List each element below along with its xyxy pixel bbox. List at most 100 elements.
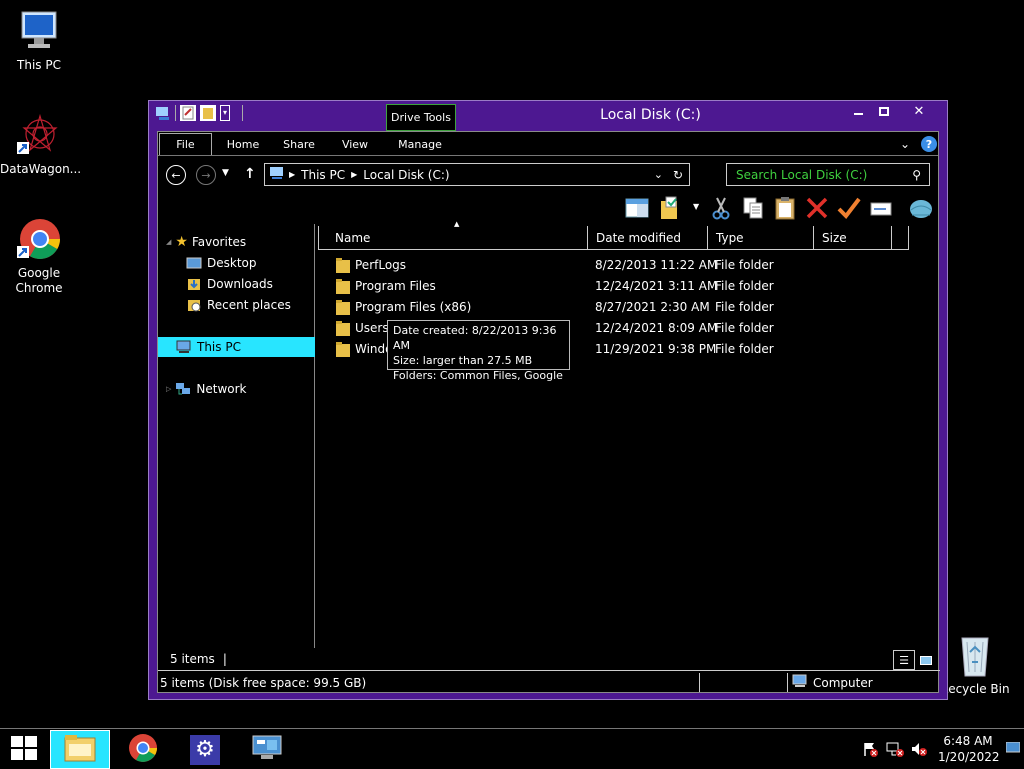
search-icon[interactable]: ⚲ bbox=[912, 168, 921, 182]
up-arrow-icon: ↑ bbox=[244, 166, 256, 182]
taskbar-server-manager[interactable] bbox=[237, 730, 297, 769]
nav-label: Recent places bbox=[207, 298, 291, 312]
file-type: File folder bbox=[715, 321, 774, 335]
computer-icon bbox=[792, 674, 808, 691]
downloads-icon bbox=[186, 277, 202, 291]
chevron-right-icon: ▶ bbox=[351, 170, 358, 179]
nav-downloads[interactable]: Downloads bbox=[186, 274, 273, 294]
computer-icon bbox=[16, 8, 62, 54]
nav-desktop[interactable]: Desktop bbox=[186, 253, 257, 273]
back-button[interactable]: ← bbox=[166, 165, 186, 185]
nav-this-pc[interactable]: This PC bbox=[158, 337, 315, 357]
title-bar[interactable]: ▾ Drive Tools Local Disk (C:) ✕ bbox=[149, 101, 947, 131]
column-header-date-modified[interactable]: Date modified bbox=[588, 226, 708, 250]
tab-file[interactable]: File bbox=[159, 133, 212, 155]
tab-manage[interactable]: Manage bbox=[390, 133, 450, 155]
status-computer: Computer bbox=[788, 673, 938, 692]
recycle-bin-icon bbox=[952, 632, 998, 678]
move-to-icon[interactable] bbox=[658, 195, 684, 221]
recent-places-icon bbox=[186, 298, 202, 312]
address-dropdown-icon[interactable]: ⌄ bbox=[654, 168, 663, 181]
details-view-button[interactable]: ☰ bbox=[893, 650, 915, 670]
file-row[interactable]: PerfLogs 8/22/2013 11:22 AM File folder bbox=[318, 255, 918, 276]
start-button[interactable] bbox=[0, 730, 48, 769]
nav-label: Downloads bbox=[207, 277, 273, 291]
globe-icon[interactable] bbox=[908, 195, 934, 221]
network-icon bbox=[175, 382, 191, 396]
large-icons-view-button[interactable] bbox=[918, 652, 934, 668]
search-placeholder: Search Local Disk (C:) bbox=[736, 167, 868, 182]
forward-button[interactable]: → bbox=[196, 165, 216, 185]
desktop-icon-datawagon[interactable]: DataWagon... bbox=[0, 112, 81, 177]
file-row[interactable]: Program Files (x86) 8/27/2021 2:30 AM Fi… bbox=[318, 297, 918, 318]
nav-recent-places[interactable]: Recent places bbox=[186, 295, 291, 315]
column-header-separator bbox=[891, 226, 892, 250]
taskbar-chrome[interactable] bbox=[113, 730, 173, 769]
up-button[interactable]: ↑ bbox=[244, 166, 256, 182]
expand-arrow-icon[interactable]: ◢ bbox=[166, 238, 171, 246]
tray-clock[interactable]: 6:48 AM 1/20/2022 bbox=[938, 733, 1000, 765]
back-arrow-icon: ← bbox=[171, 168, 181, 182]
column-header-type[interactable]: Type bbox=[708, 226, 814, 250]
close-button[interactable]: ✕ bbox=[899, 101, 939, 121]
gear-icon: ⚙ bbox=[190, 734, 220, 765]
address-bar[interactable]: ▶ This PC ▶ Local Disk (C:) ⌄ ↻ bbox=[264, 163, 690, 186]
column-header-name[interactable]: Name bbox=[318, 226, 588, 250]
search-input[interactable]: Search Local Disk (C:) ⚲ bbox=[726, 163, 930, 186]
file-row[interactable]: Program Files 12/24/2021 3:11 AM File fo… bbox=[318, 276, 918, 297]
file-date: 12/24/2021 8:09 AM bbox=[595, 321, 718, 335]
breadcrumb-local-disk[interactable]: Local Disk (C:) bbox=[363, 168, 449, 182]
maximize-button[interactable] bbox=[867, 101, 901, 121]
move-to-dropdown[interactable]: ▼ bbox=[693, 202, 699, 211]
star-icon: ★ bbox=[175, 234, 188, 250]
taskbar: ⚙ 6:48 AM 1/20/2022 bbox=[0, 728, 1024, 769]
server-manager-icon bbox=[251, 734, 283, 765]
show-desktop-icon[interactable] bbox=[1005, 741, 1021, 758]
file-date: 8/22/2013 11:22 AM bbox=[595, 258, 718, 272]
status-disk-free: 5 items (Disk free space: 99.5 GB) bbox=[158, 673, 700, 692]
tab-share[interactable]: Share bbox=[276, 133, 322, 155]
breadcrumb-this-pc[interactable]: This PC bbox=[301, 168, 345, 182]
file-explorer-icon bbox=[63, 733, 97, 766]
chrome-icon bbox=[16, 216, 62, 262]
help-icon[interactable]: ? bbox=[920, 133, 938, 155]
pc-small-icon bbox=[269, 166, 285, 183]
checkmark-icon[interactable] bbox=[836, 195, 862, 221]
tooltip-folders: Folders: Common Files, Google bbox=[393, 369, 563, 382]
nav-network[interactable]: ▷ Network bbox=[166, 379, 247, 399]
minimize-icon bbox=[853, 113, 863, 115]
taskbar-settings[interactable]: ⚙ bbox=[175, 730, 235, 769]
nav-label: Favorites bbox=[191, 235, 247, 249]
tray-volume-icon[interactable] bbox=[910, 741, 928, 761]
copy-icon[interactable] bbox=[740, 195, 766, 221]
taskbar-file-explorer[interactable] bbox=[50, 730, 110, 769]
divider: | bbox=[222, 652, 227, 666]
cut-icon[interactable] bbox=[708, 195, 734, 221]
tab-view[interactable]: View bbox=[332, 133, 378, 155]
expand-arrow-icon[interactable]: ▷ bbox=[166, 385, 171, 393]
window-title: Local Disk (C:) bbox=[600, 107, 701, 123]
tooltip-date-created: Date created: 8/22/2013 9:36 AM bbox=[393, 324, 557, 352]
file-name: PerfLogs bbox=[355, 258, 407, 272]
large-icons-view-icon bbox=[920, 655, 932, 665]
tooltip-size: Size: larger than 27.5 MB bbox=[393, 354, 533, 367]
file-date: 12/24/2021 3:11 AM bbox=[595, 279, 718, 293]
tray-action-center-icon[interactable] bbox=[862, 741, 878, 761]
file-date: 11/29/2021 9:38 PM bbox=[595, 342, 717, 356]
tab-home[interactable]: Home bbox=[220, 133, 266, 155]
rename-icon[interactable] bbox=[868, 195, 894, 221]
tray-network-icon[interactable] bbox=[886, 741, 904, 761]
desktop-icon-chrome[interactable]: Google Chrome bbox=[0, 216, 78, 296]
folder-icon bbox=[336, 300, 350, 315]
expand-ribbon-icon[interactable]: ⌄ bbox=[896, 133, 914, 155]
status-bar: 5 items (Disk free space: 99.5 GB) Compu… bbox=[158, 670, 940, 693]
paste-icon[interactable] bbox=[772, 195, 798, 221]
nav-favorites[interactable]: ◢ ★ Favorites bbox=[166, 232, 246, 252]
preview-pane-icon[interactable] bbox=[624, 195, 650, 221]
desktop-icon-this-pc[interactable]: This PC bbox=[0, 8, 78, 73]
refresh-icon[interactable]: ↻ bbox=[673, 168, 683, 182]
recent-locations-dropdown[interactable]: ▼ bbox=[222, 168, 229, 178]
datawagon-icon bbox=[16, 112, 62, 158]
column-header-size[interactable]: Size bbox=[814, 226, 909, 250]
delete-icon[interactable] bbox=[804, 195, 830, 221]
